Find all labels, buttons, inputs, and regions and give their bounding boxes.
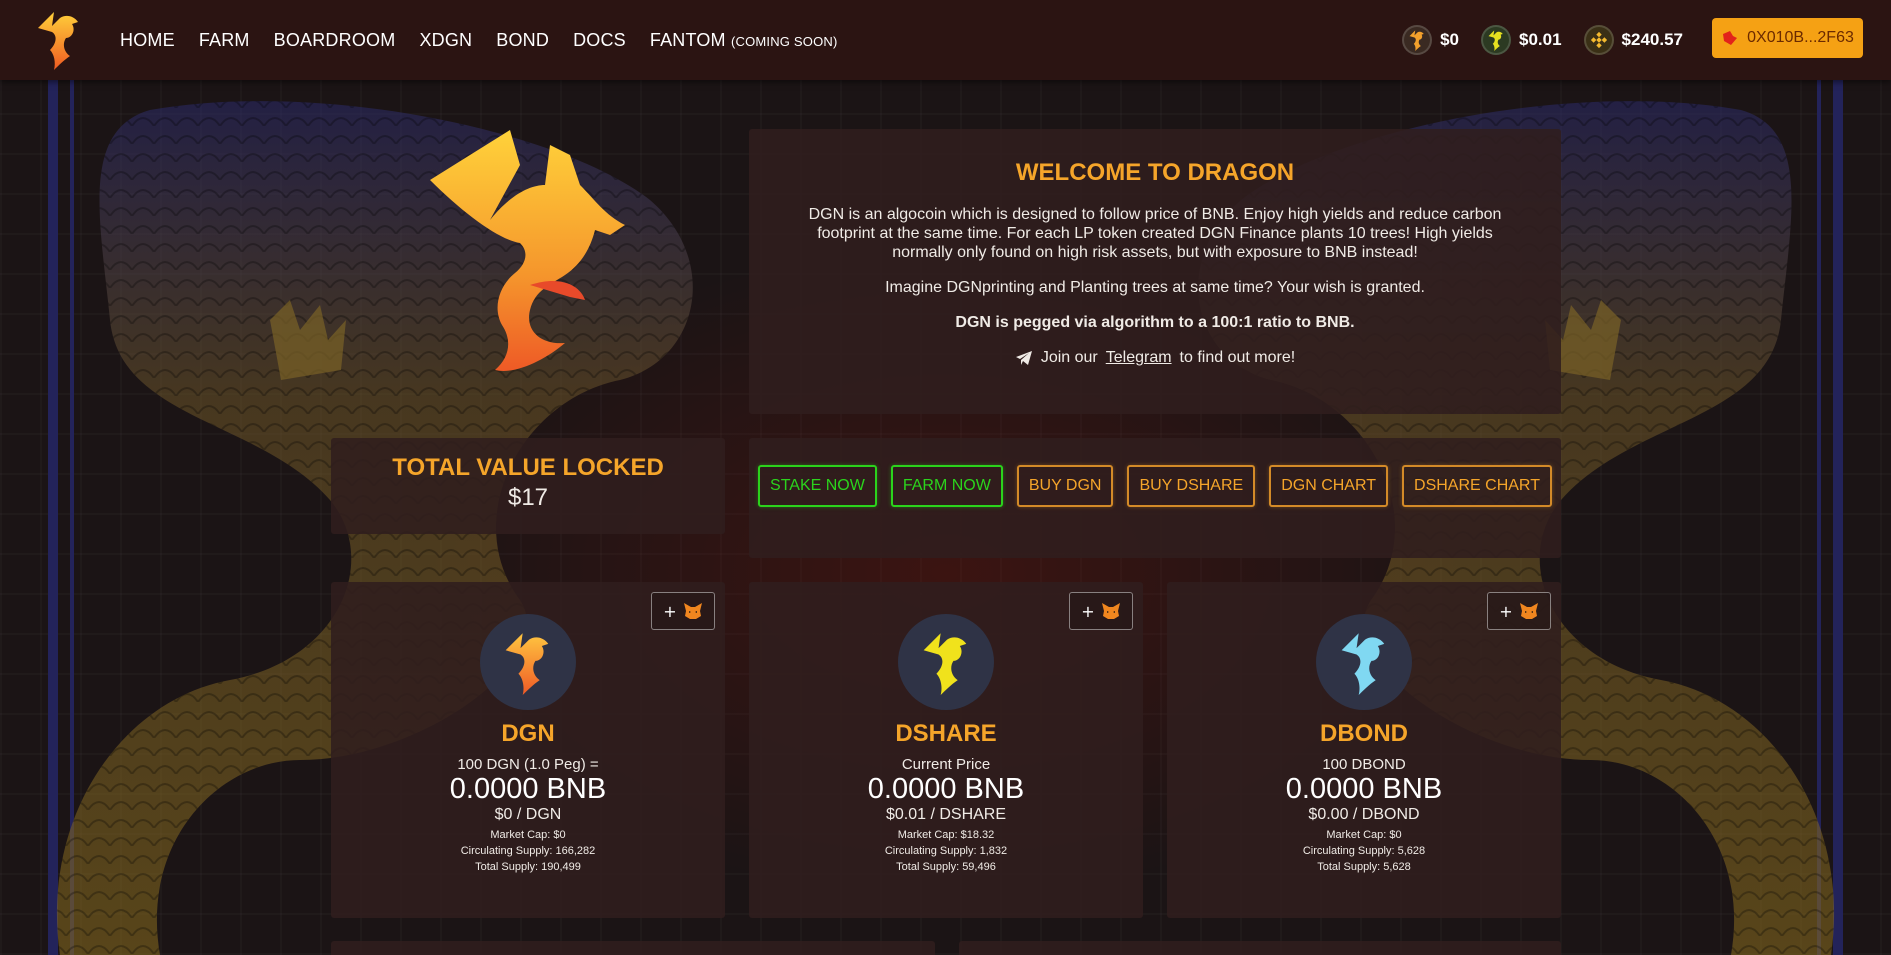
bnb-price: $240.57: [1583, 25, 1683, 55]
token-subtitle: Current Price: [901, 756, 991, 773]
dgn-token-avatar: [480, 614, 576, 710]
dgn-card: + DGN 100 DGN (1.0 Peg) = 0.0000 BNB $0 …: [331, 582, 725, 918]
token-stats: Market Cap: $18.32 Circulating Supply: 1…: [749, 827, 1143, 875]
dshare-price: $0.01: [1481, 25, 1562, 55]
dbond-card: + DBOND 100 DBOND 0.0000 BNB $0.00 / DBO…: [1167, 582, 1561, 918]
welcome-description: DGN is an algocoin which is designed to …: [808, 206, 1502, 261]
join-prefix: Join our: [1040, 349, 1098, 366]
token-price-usd: $0.01 / DSHARE: [885, 806, 1007, 823]
token-subtitle: 100 DGN (1.0 Peg) =: [457, 756, 599, 773]
nav-fantom-label: FANTOM: [649, 29, 726, 50]
nav-links: HOME FARM BOARDROOM XDGN BOND DOCS FANTO…: [120, 0, 838, 80]
lower-panel-left: [331, 941, 935, 955]
metamask-fox-icon: [1101, 603, 1120, 619]
plus-label: +: [1499, 601, 1513, 621]
plus-label: +: [663, 601, 677, 621]
buy-dgn-button[interactable]: BUY DGN: [1016, 465, 1114, 507]
token-price-usd: $0 / DGN: [494, 806, 562, 823]
metamask-fox-icon: [683, 603, 702, 619]
dragon-hero-logo: [430, 130, 625, 371]
market-cap: Market Cap: $0: [1326, 829, 1402, 841]
tvl-title: TOTAL VALUE LOCKED: [392, 454, 664, 481]
wallet-address: 0X010B...2F63: [1747, 29, 1854, 46]
dgn-dragon-icon: [505, 633, 549, 695]
token-price-usd: $0.00 / DBOND: [1308, 806, 1420, 823]
dgn-chart-button[interactable]: DGN CHART: [1269, 465, 1389, 507]
peg-statement: DGN is pegged via algorithm to a 100:1 r…: [955, 314, 1355, 331]
add-dbond-to-metamask-button[interactable]: +: [1487, 592, 1551, 630]
dshare-coin-icon: [1481, 25, 1511, 55]
join-suffix: to find out more!: [1179, 349, 1296, 366]
metamask-fox-icon: [1519, 603, 1538, 619]
market-cap: Market Cap: $18.32: [897, 829, 995, 841]
dgn-coin-icon: [1402, 25, 1433, 55]
total-supply: Total Supply: 190,499: [475, 861, 581, 873]
dbond-token-avatar: [1316, 614, 1412, 710]
welcome-tagline: Imagine DGNprinting and Planting trees a…: [885, 279, 1425, 296]
nav-farm[interactable]: FARM: [199, 30, 250, 51]
token-stats: Market Cap: $0 Circulating Supply: 166,2…: [331, 827, 725, 875]
token-name: DSHARE: [895, 720, 997, 747]
token-prices: $0 $0.01 $240.57: [1402, 0, 1683, 80]
dgn-price: $0: [1402, 25, 1459, 55]
add-dshare-to-metamask-button[interactable]: +: [1069, 592, 1133, 630]
tvl-value: $17: [507, 484, 549, 511]
market-cap: Market Cap: $0: [490, 829, 566, 841]
dbond-dragon-icon: [1341, 633, 1385, 695]
dgn-price-value: $0: [1440, 30, 1459, 49]
nav-boardroom[interactable]: BOARDROOM: [274, 30, 396, 51]
coming-soon-label: (COMING SOON): [730, 33, 838, 49]
telegram-icon: [1015, 350, 1032, 365]
bnb-coin-icon: [1583, 25, 1614, 55]
dragon-logo-icon[interactable]: [32, 8, 86, 70]
nav-home[interactable]: HOME: [120, 30, 175, 51]
total-supply: Total Supply: 5,628: [1317, 861, 1411, 873]
dshare-chart-button[interactable]: DSHARE CHART: [1402, 465, 1552, 507]
actions-panel: STAKE NOW FARM NOW BUY DGN BUY DSHARE DG…: [749, 438, 1561, 558]
nav-xdgn[interactable]: XDGN: [419, 30, 472, 51]
wallet-button[interactable]: 0X010B...2F63: [1712, 18, 1863, 58]
welcome-panel: WELCOME TO DRAGON DGN is an algocoin whi…: [749, 129, 1561, 414]
nav-bond[interactable]: BOND: [496, 30, 549, 51]
token-name: DGN: [501, 720, 555, 747]
token-name: DBOND: [1320, 720, 1408, 747]
add-dgn-to-metamask-button[interactable]: +: [651, 592, 715, 630]
dshare-token-avatar: [898, 614, 994, 710]
plus-label: +: [1081, 601, 1095, 621]
wallet-avatar-icon: [1723, 31, 1738, 45]
farm-now-button[interactable]: FARM NOW: [890, 465, 1003, 507]
total-supply: Total Supply: 59,496: [896, 861, 996, 873]
dshare-dragon-icon: [923, 633, 967, 695]
nav-docs[interactable]: DOCS: [573, 30, 626, 51]
circulating-supply: Circulating Supply: 1,832: [884, 845, 1008, 857]
circulating-supply: Circulating Supply: 166,282: [460, 845, 596, 857]
top-navbar: HOME FARM BOARDROOM XDGN BOND DOCS FANTO…: [0, 0, 1891, 80]
nav-fantom[interactable]: FANTOM (COMING SOON): [650, 30, 838, 51]
token-price-bnb: 0.0000 BNB: [867, 773, 1025, 805]
bnb-price-value: $240.57: [1621, 30, 1683, 49]
circulating-supply: Circulating Supply: 5,628: [1302, 845, 1426, 857]
telegram-link[interactable]: Telegram: [1106, 348, 1172, 367]
lower-panel-right: [959, 941, 1561, 955]
token-stats: Market Cap: $0 Circulating Supply: 5,628…: [1167, 827, 1561, 875]
telegram-line: Join our Telegram to find out more!: [785, 348, 1525, 371]
tvl-panel: TOTAL VALUE LOCKED $17: [331, 438, 725, 534]
token-subtitle: 100 DBOND: [1322, 756, 1406, 773]
dshare-price-value: $0.01: [1519, 30, 1562, 49]
token-price-bnb: 0.0000 BNB: [1285, 773, 1443, 805]
dshare-card: + DSHARE Current Price 0.0000 BNB $0.01 …: [749, 582, 1143, 918]
buy-dshare-button[interactable]: BUY DSHARE: [1127, 465, 1256, 507]
welcome-title: WELCOME TO DRAGON: [1015, 159, 1295, 186]
token-price-bnb: 0.0000 BNB: [449, 773, 607, 805]
stake-now-button[interactable]: STAKE NOW: [758, 465, 877, 507]
